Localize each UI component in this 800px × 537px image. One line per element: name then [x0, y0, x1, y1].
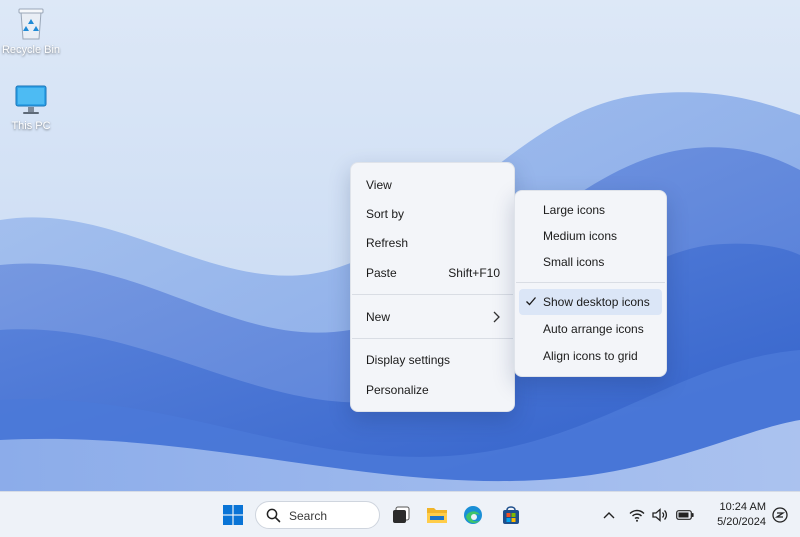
menu-item-label: Display settings [366, 353, 451, 367]
taskbar-search-box[interactable]: Search [255, 501, 380, 529]
notification-icon [772, 507, 788, 523]
paste-shortcut: Shift+F10 [448, 266, 500, 280]
menu-item-label: View [366, 178, 392, 192]
computer-monitor-icon [15, 85, 47, 114]
menu-item-label: Refresh [366, 236, 409, 250]
start-icon [223, 505, 243, 525]
search-placeholder: Search [289, 509, 328, 523]
chevron-up-icon [603, 512, 615, 519]
menu-item-label: Personalize [366, 383, 429, 397]
submenu-item-label: Auto arrange icons [543, 322, 644, 336]
checkmark-icon [526, 297, 536, 306]
menu-separator [516, 282, 665, 283]
menu-item-paste[interactable]: Paste Shift+F10 [355, 260, 510, 286]
battery-icon [676, 510, 694, 520]
menu-item-label: New [366, 310, 391, 324]
file-explorer-icon [427, 508, 447, 523]
desktop-context-menu: View Sort by Refresh Paste Shift+F10 New… [350, 162, 515, 412]
submenu-item-show-desktop-icons[interactable]: Show desktop icons [519, 289, 662, 315]
volume-button[interactable] [651, 506, 669, 524]
view-submenu: Large icons Medium icons Small icons Sho… [514, 190, 667, 377]
task-view-icon [393, 506, 410, 523]
submenu-item-label: Align icons to grid [543, 349, 638, 363]
submenu-item-medium-icons[interactable]: Medium icons [519, 223, 662, 249]
submenu-item-label: Show desktop icons [543, 295, 650, 309]
menu-item-display-settings[interactable]: Display settings [355, 347, 510, 373]
start-button[interactable] [217, 499, 249, 531]
wifi-icon [629, 509, 645, 522]
taskbar: Search 10:24 AM 5/20/2024 [0, 491, 800, 537]
submenu-item-label: Small icons [543, 255, 605, 269]
recycle-bin-desktop-icon[interactable]: Recycle Bin [0, 6, 62, 56]
menu-item-view[interactable]: View [355, 172, 510, 198]
clock-time: 10:24 AM [719, 501, 766, 513]
menu-separator [352, 338, 513, 339]
store-button[interactable] [495, 499, 527, 531]
menu-item-personalize[interactable]: Personalize [355, 377, 510, 403]
menu-item-label: Sort by [366, 207, 405, 221]
notification-center-button[interactable] [771, 506, 789, 524]
menu-item-new[interactable]: New [355, 304, 510, 330]
clock-date: 5/20/2024 [717, 516, 766, 528]
submenu-item-small-icons[interactable]: Small icons [519, 249, 662, 275]
volume-icon [652, 508, 668, 522]
task-view-button[interactable] [385, 499, 417, 531]
submenu-item-label: Medium icons [543, 229, 618, 243]
recycle-bin-icon [18, 8, 44, 40]
submenu-item-label: Large icons [543, 203, 606, 217]
desktop-icon-label: Recycle Bin [1, 44, 61, 56]
edge-icon [464, 506, 482, 524]
desktop-icon-label: This PC [11, 120, 51, 132]
menu-item-refresh[interactable]: Refresh [355, 230, 510, 256]
edge-button[interactable] [457, 499, 489, 531]
menu-item-sort-by[interactable]: Sort by [355, 201, 510, 227]
file-explorer-button[interactable] [421, 499, 453, 531]
search-icon [266, 508, 281, 523]
show-hidden-icons-button[interactable] [600, 506, 618, 524]
this-pc-desktop-icon[interactable]: This PC [0, 84, 62, 132]
battery-button[interactable] [676, 506, 694, 524]
network-button[interactable] [628, 506, 646, 524]
menu-item-label: Paste [366, 266, 397, 280]
chevron-right-icon [493, 311, 500, 323]
submenu-item-align-icons-to-grid[interactable]: Align icons to grid [519, 343, 662, 369]
submenu-item-large-icons[interactable]: Large icons [519, 197, 662, 223]
submenu-item-auto-arrange-icons[interactable]: Auto arrange icons [519, 316, 662, 342]
store-icon [503, 506, 519, 524]
menu-separator [352, 294, 513, 295]
taskbar-clock[interactable]: 10:24 AM 5/20/2024 [704, 500, 766, 530]
